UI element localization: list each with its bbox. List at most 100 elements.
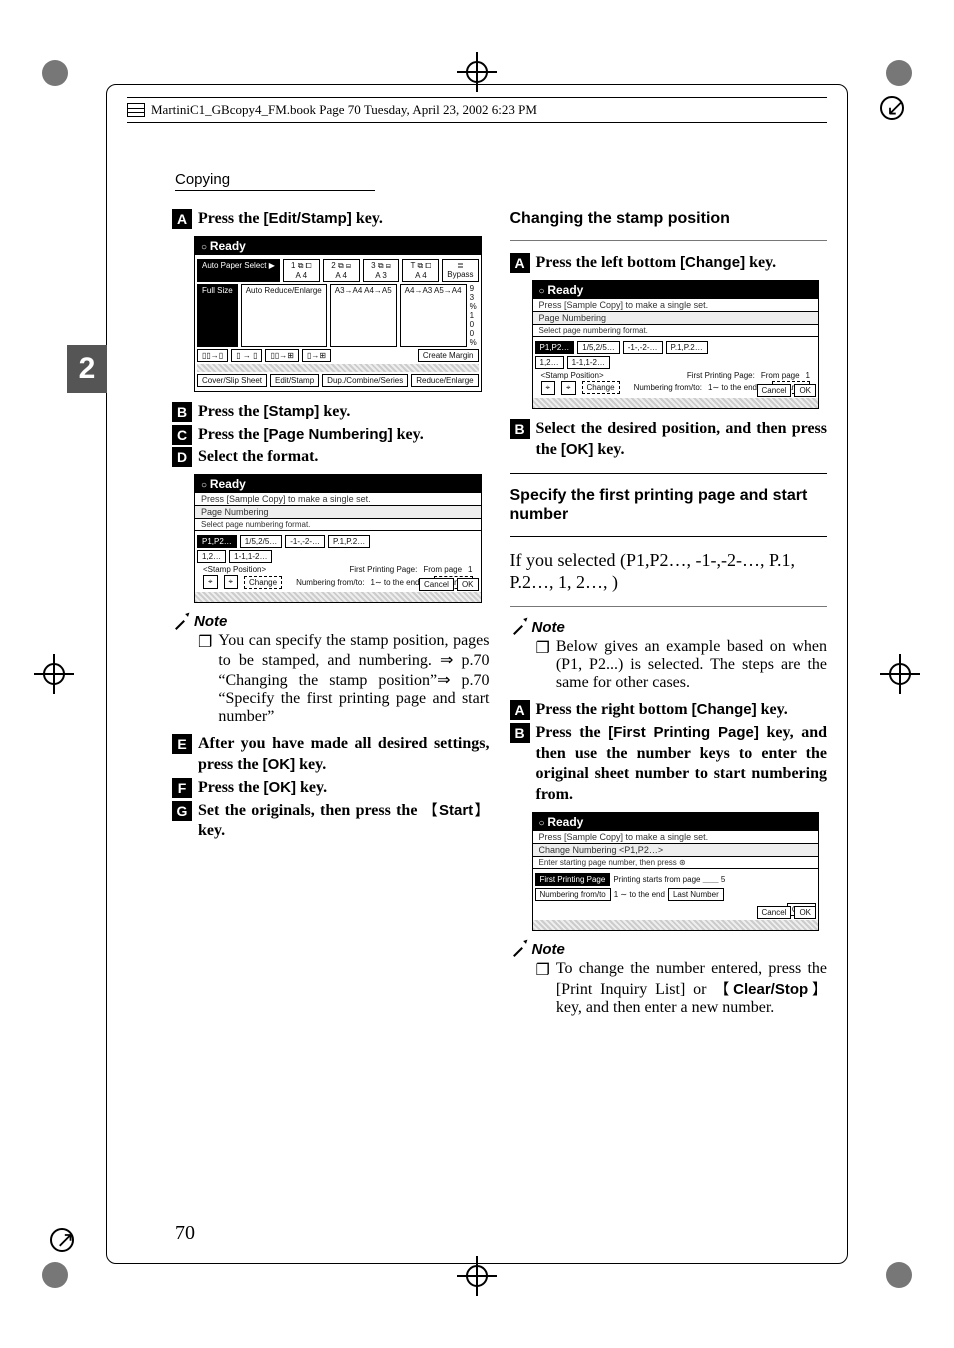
title-text: Page Numbering (195, 506, 481, 519)
step-number-badge: B (172, 402, 192, 422)
cover-slip-sheet-button[interactable]: Cover/Slip Sheet (197, 374, 267, 387)
cancel-button[interactable]: Cancel (757, 384, 792, 397)
format-option[interactable]: 1-1,1-2… (567, 356, 610, 369)
step-1: A Press the [Edit/Stamp] key. (172, 209, 490, 230)
create-margin-button[interactable]: Create Margin (418, 349, 479, 362)
duplex-option[interactable]: ▯ → ▯ (231, 349, 262, 362)
subheading-specify-first-page: Specify the first printing page and star… (510, 486, 828, 524)
right-column: Changing the stamp position A Press the … (510, 207, 828, 1218)
format-option[interactable]: 1/5,2/5… (577, 341, 619, 354)
label: First Printing Page: (687, 371, 755, 380)
step-6: F Press the [OK] key. (172, 778, 490, 799)
hint-text: Select page numbering format. (533, 325, 819, 337)
edit-stamp-button[interactable]: Edit/Stamp (270, 374, 319, 387)
label: First Printing Page: (349, 565, 417, 574)
registration-arrow-icon: ↗ (42, 1220, 82, 1260)
ratio-preset-button[interactable]: A4→A3 A5→A4 (400, 284, 467, 347)
running-section-header: Copying (175, 171, 375, 191)
note-text: To change the number entered, press the (556, 960, 827, 977)
softkey-name: [First Printing Page] (608, 724, 759, 741)
left-column: A Press the [Edit/Stamp] key. Ready Auto… (172, 207, 490, 1218)
step-text: Press the (198, 779, 263, 796)
position-icon-button[interactable]: ⌖ (203, 575, 218, 589)
step-text: key. (299, 756, 326, 773)
figure-page-numbering-format: Ready Press [Sample Copy] to make a sing… (194, 474, 482, 603)
pencil-icon (172, 614, 188, 630)
book-meta-line: MartiniC1_GBcopy4_FM.book Page 70 Tuesda… (127, 97, 827, 123)
ready-indicator: Ready (539, 815, 584, 829)
format-option[interactable]: 1,2… (197, 550, 226, 563)
registration-mark-right (880, 654, 920, 694)
combine-option[interactable]: ▯▯→⊞ (265, 349, 299, 362)
format-option[interactable]: P1,P2… (197, 535, 237, 548)
format-option[interactable]: -1-,-2-… (285, 535, 325, 548)
format-option[interactable]: P.1,P.2… (666, 341, 708, 354)
step-number-badge: B (510, 723, 530, 743)
format-option[interactable]: -1-,-2-… (623, 341, 663, 354)
ratio-preset-button[interactable]: A3→A4 A4→A5 (330, 284, 397, 347)
ok-button[interactable]: OK (794, 384, 816, 397)
reduce-enlarge-button[interactable]: Reduce/Enlarge (411, 374, 478, 387)
hint-text: Enter starting page number, then press ⊛ (533, 857, 819, 869)
softkey-name: [OK] (263, 779, 296, 796)
step-text: Press the left bottom (536, 254, 681, 271)
step-number-badge: F (172, 778, 192, 798)
position-icon-button[interactable]: ⌖ (224, 575, 239, 589)
step-text: Press the (198, 403, 263, 420)
step-number-badge: A (510, 700, 530, 720)
dup-combine-series-button[interactable]: Dup./Combine/Series (322, 374, 408, 387)
format-option[interactable]: 1-1,1-2… (229, 550, 272, 563)
ok-button[interactable]: OK (457, 578, 479, 591)
hint-text: Press [Sample Copy] to make a single set… (533, 831, 819, 844)
combine-option[interactable]: ▯→⊞ (302, 349, 331, 362)
softkey-name: [Change] (692, 701, 757, 718)
condition-paragraph: If you selected (P1,P2…, -1-,-2-…, P.1, … (510, 549, 828, 594)
pencil-icon (510, 619, 526, 635)
ready-indicator: Ready (539, 283, 584, 297)
value: 1 (468, 565, 472, 574)
auto-paper-select-button[interactable]: Auto Paper Select ▶ (197, 259, 280, 282)
softkey-name: [OK] (263, 756, 296, 773)
registration-mark-left (34, 654, 74, 694)
book-meta-text: MartiniC1_GBcopy4_FM.book Page 70 Tuesda… (151, 100, 537, 120)
step-7: G Set the originals, then press the Star… (172, 801, 490, 843)
format-option[interactable]: 1/5,2/5… (240, 535, 282, 548)
subheading-change-stamp-position: Changing the stamp position (510, 209, 828, 228)
value: 1∼ to the end (708, 383, 757, 392)
format-option[interactable]: P.1,P.2… (328, 535, 370, 548)
change-stamp-position-button[interactable]: Change (582, 381, 620, 394)
position-icon-button[interactable]: ⌖ (541, 381, 556, 395)
cancel-button[interactable]: Cancel (757, 906, 792, 919)
step-a2: B Select the desired position, and then … (510, 419, 828, 461)
change-stamp-position-button[interactable]: Change (244, 576, 282, 589)
step-number-badge: C (172, 425, 192, 445)
list-bullet: ❐ (536, 638, 550, 692)
tray-label: A 4 (335, 271, 347, 280)
step-text: Press the (198, 210, 263, 227)
full-size-button[interactable]: Full Size (197, 284, 238, 347)
page-frame: MartiniC1_GBcopy4_FM.book Page 70 Tuesda… (106, 84, 848, 1264)
step-text: key. (597, 441, 624, 458)
format-option[interactable]: 1,2… (535, 356, 564, 369)
page-number: 70 (175, 1222, 195, 1245)
book-icon (127, 103, 145, 117)
crop-dot (42, 1262, 68, 1288)
cancel-button[interactable]: Cancel (419, 578, 454, 591)
auto-reduce-enlarge-button[interactable]: Auto Reduce/Enlarge (241, 284, 327, 347)
note-heading: Note (194, 613, 227, 630)
duplex-option[interactable]: ▯▯→▯ (197, 349, 228, 362)
crop-dot (886, 60, 912, 86)
note-heading: Note (532, 941, 565, 958)
ok-button[interactable]: OK (794, 906, 816, 919)
last-number-button[interactable]: Last Number (668, 888, 724, 901)
step-text: Press the (536, 724, 609, 741)
numbering-from-to-button[interactable]: Numbering from/to (535, 888, 611, 901)
format-option[interactable]: P1,P2… (535, 341, 575, 354)
first-printing-page-button[interactable]: First Printing Page (535, 873, 611, 886)
position-icon-button[interactable]: ⌖ (561, 381, 576, 395)
step-text: key. (323, 403, 350, 420)
figure-change-numbering: Ready Press [Sample Copy] to make a sing… (532, 812, 820, 931)
step-number-badge: G (172, 801, 192, 821)
value: 1∼ to the end (371, 578, 420, 587)
step-text: Set the originals, then press the (198, 802, 423, 819)
